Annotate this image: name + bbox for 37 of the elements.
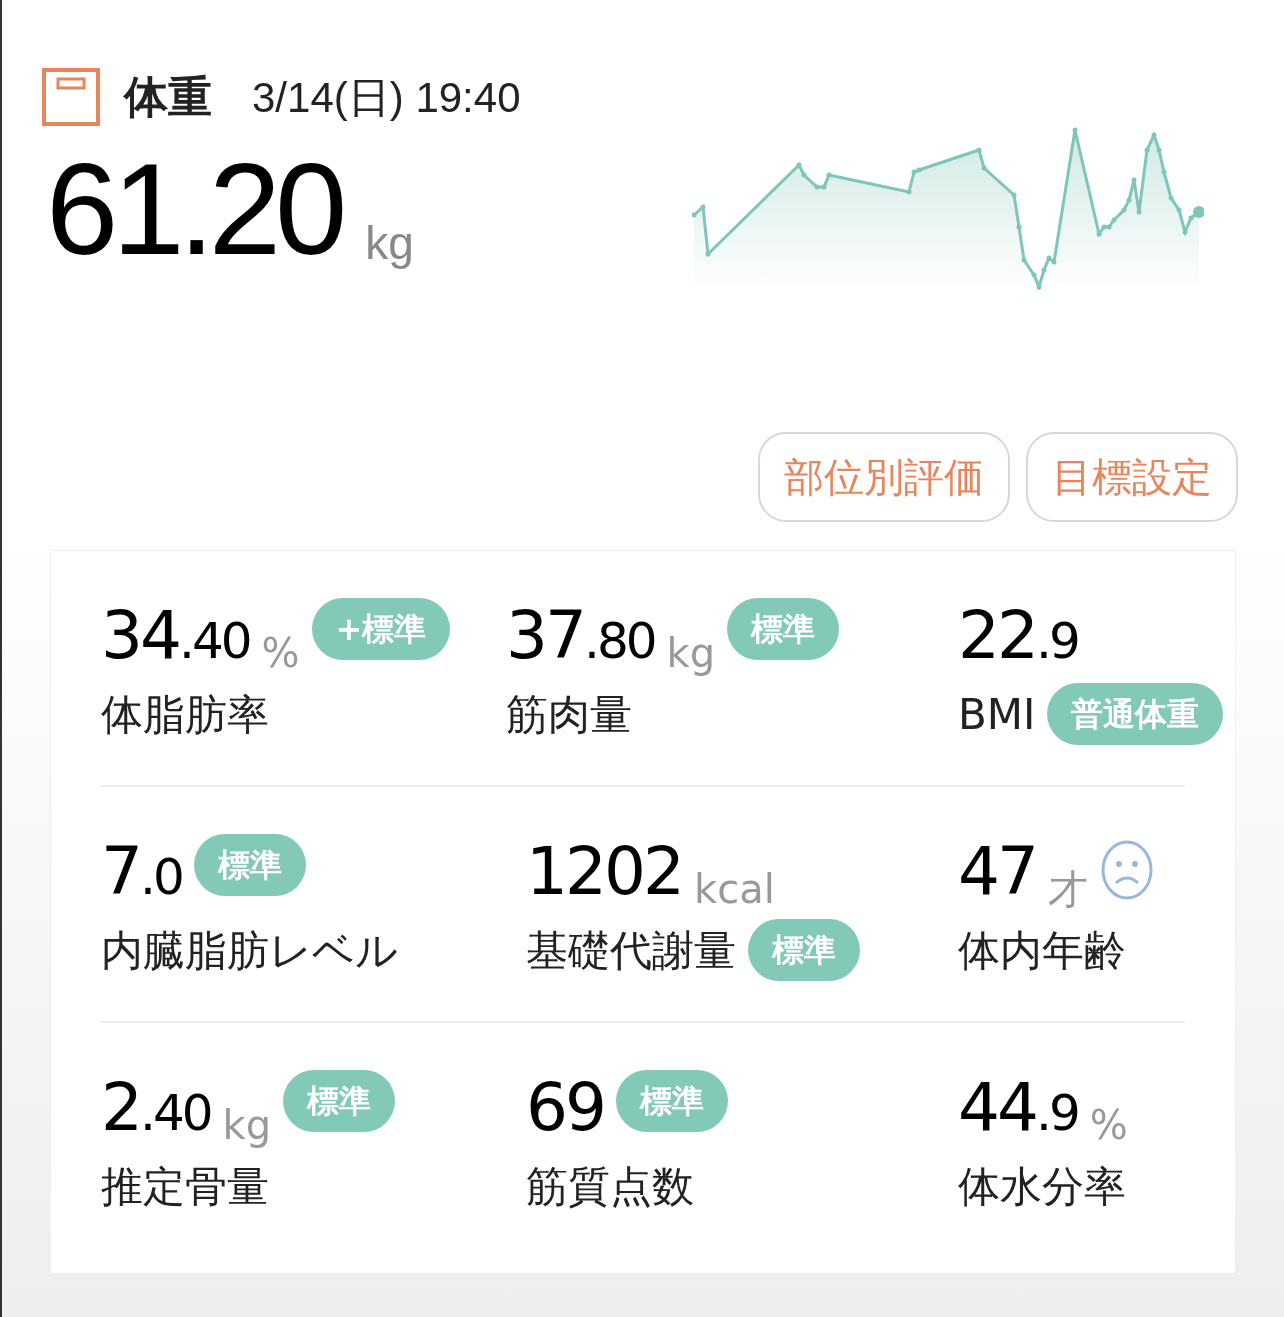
metric-label: 体水分率 [958, 1160, 1126, 1213]
metric-value: 47 [958, 839, 1036, 905]
metric-value: 37.80 [506, 603, 655, 669]
metric-label: 基礎代謝量 [526, 924, 736, 977]
status-badge: 普通体重 [1047, 683, 1224, 745]
page-title: 体重 [124, 70, 212, 124]
scale-icon [42, 68, 100, 126]
weight-value: 61.20 [46, 144, 342, 274]
metric-label: 筋質点数 [526, 1160, 694, 1213]
status-badge: 標準 [727, 598, 840, 660]
weight-unit: kg [365, 216, 414, 271]
metric-value: 22.9 [958, 603, 1078, 669]
status-badge: 標準 [748, 919, 860, 981]
action-button[interactable]: 目標設定 [1026, 432, 1238, 522]
metric-value: 34.40 [101, 603, 250, 669]
metric-label: 筋肉量 [506, 688, 632, 741]
action-button[interactable]: 部位別評価 [758, 432, 1010, 522]
unit-label: % [1089, 1105, 1128, 1145]
metric-label: 推定骨量 [101, 1160, 269, 1213]
unit-label: 才 [1048, 869, 1088, 909]
unit-label: kcal [693, 869, 775, 909]
measure-datetime: 3/14(日) 19:40 [252, 72, 521, 123]
metric-label: 体内年齢 [958, 924, 1126, 977]
status-badge: 標準 [283, 1070, 396, 1132]
metric-value: 2.40 [101, 1075, 211, 1141]
metric-value: 69 [526, 1075, 604, 1141]
metric-value: 44.9 [958, 1075, 1078, 1141]
status-badge: 標準 [193, 834, 306, 896]
metric-value: 1202 [526, 839, 682, 905]
metric-label: 内臓脂肪レベル [101, 924, 398, 977]
status-badge: 標準 [616, 1070, 728, 1132]
metric-label: BMI [958, 688, 1036, 741]
metric-label: 体脂肪率 [101, 688, 269, 741]
metric-value: 7.0 [101, 839, 182, 905]
status-badge: +標準 [311, 598, 451, 660]
sad-face-icon [1100, 839, 1154, 901]
unit-label: % [261, 633, 300, 673]
